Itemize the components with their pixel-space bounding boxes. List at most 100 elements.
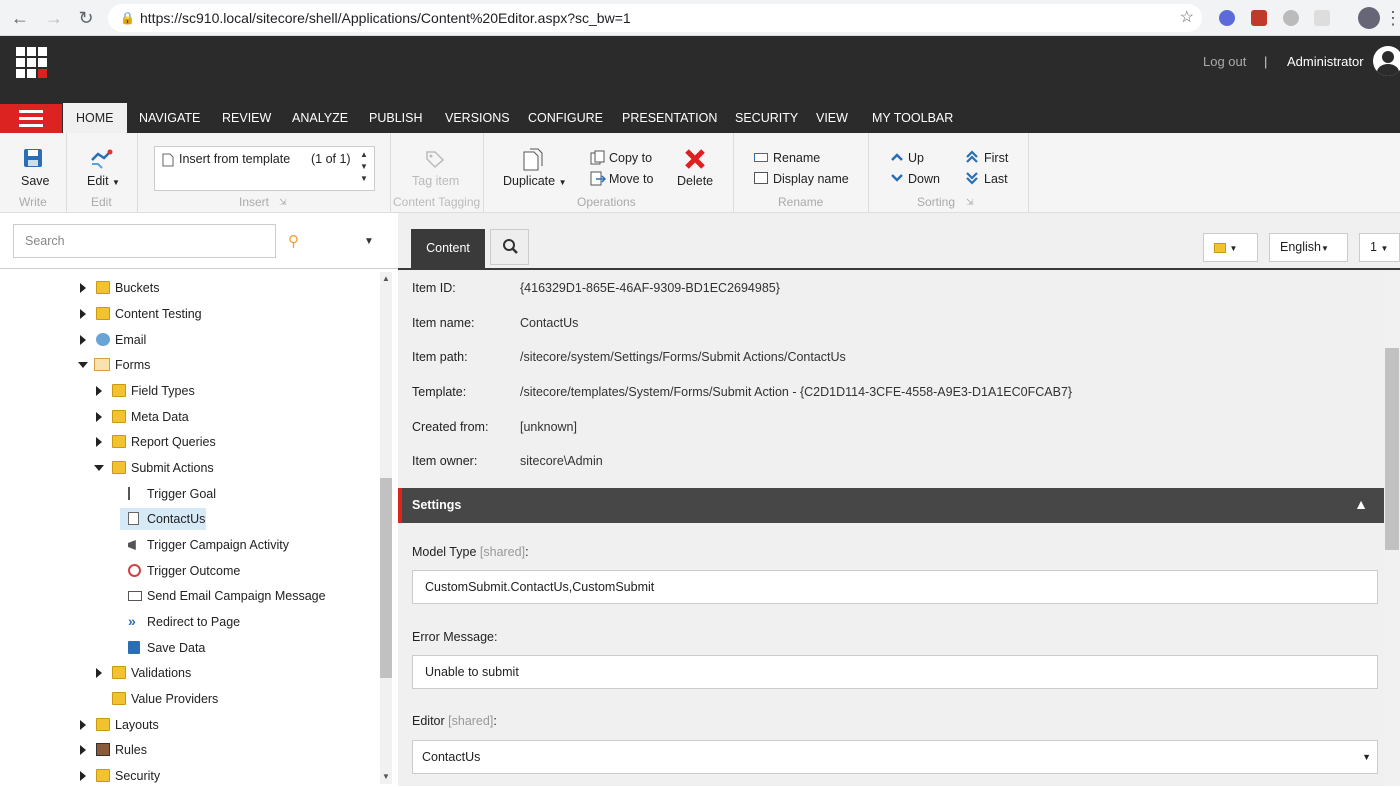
error-message-input[interactable]: Unable to submit [412, 655, 1378, 689]
forward-icon[interactable]: → [44, 8, 64, 28]
tree-item-email[interactable]: Email [80, 329, 230, 351]
extension-icon[interactable] [1219, 10, 1235, 26]
tree-scrollbar-thumb[interactable] [380, 478, 392, 678]
content-scrollbar-thumb[interactable] [1385, 348, 1399, 550]
expand-arrow-icon[interactable] [80, 720, 86, 730]
tree-item-send-email-campaign-message[interactable]: Send Email Campaign Message [128, 585, 358, 607]
tree-item-meta-data[interactable]: Meta Data [96, 406, 246, 428]
tab-home[interactable]: HOME [63, 103, 127, 133]
model-type-input[interactable]: CustomSubmit.ContactUs,CustomSubmit [412, 570, 1378, 604]
tree-item-contactus[interactable]: ContactUs [120, 508, 210, 530]
expand-arrow-icon[interactable] [96, 437, 102, 447]
sitecore-header [0, 36, 1400, 103]
content-tree: Buckets Content Testing Email Forms Fiel… [20, 274, 378, 786]
tree-item-trigger-goal[interactable]: Trigger Goal [128, 483, 278, 505]
expand-arrow-icon[interactable] [96, 668, 102, 678]
tree-item-buckets[interactable]: Buckets [80, 277, 230, 299]
collapse-arrow-icon[interactable] [94, 465, 104, 471]
reload-icon[interactable]: ↻ [76, 8, 96, 28]
settings-section-header[interactable]: Settings ▲ [398, 488, 1384, 523]
tab-configure[interactable]: CONFIGURE [528, 103, 603, 133]
tab-analyze[interactable]: ANALYZE [292, 103, 348, 133]
scroll-down-arrow-icon[interactable]: ▼ [382, 772, 390, 781]
collapse-chevron-up-icon[interactable]: ▲ [1354, 496, 1368, 512]
folder-icon [112, 410, 126, 423]
back-icon[interactable]: ← [10, 8, 30, 28]
expand-arrow-icon[interactable] [80, 745, 86, 755]
tab-versions[interactable]: VERSIONS [445, 103, 510, 133]
address-bar[interactable]: 🔒 https://sc910.local/sitecore/shell/App… [108, 4, 1202, 32]
tree-item-field-types[interactable]: Field Types [96, 380, 246, 402]
redirect-arrows-icon: » [128, 613, 136, 629]
template-value[interactable]: /sitecore/templates/System/Forms/Submit … [520, 385, 1072, 399]
edit-group-label: Edit [91, 195, 112, 209]
insert-options-list[interactable]: Insert from template (1 of 1) ▲ ▼ ▼ [154, 146, 375, 191]
search-icon[interactable]: ⚲ [288, 232, 299, 250]
settings-title: Settings [412, 498, 462, 512]
item-icon-dropdown[interactable]: ▼ [1203, 233, 1258, 262]
tree-item-rules[interactable]: Rules [80, 739, 230, 761]
tree-item-forms[interactable]: Forms [78, 354, 230, 376]
user-avatar[interactable] [1373, 46, 1400, 76]
collapse-arrow-icon[interactable] [78, 362, 88, 368]
tab-security[interactable]: SECURITY [735, 103, 798, 133]
tree-item-trigger-campaign-activity[interactable]: Trigger Campaign Activity [128, 534, 328, 556]
scroll-arrows-icon[interactable]: ▲ ▼ ▼ [360, 149, 368, 185]
chevron-up-icon [891, 153, 903, 161]
tab-search[interactable] [490, 229, 529, 265]
dialog-launcher-icon[interactable]: ⇲ [966, 197, 974, 208]
edit-label: Edit ▼ [87, 174, 120, 188]
tree-item-security[interactable]: Security [80, 765, 230, 787]
tab-content[interactable]: Content [411, 229, 485, 268]
insert-from-template-item[interactable]: Insert from template [179, 152, 290, 166]
user-name[interactable]: Administrator [1287, 54, 1364, 69]
search-options-dropdown-icon[interactable]: ▼ [364, 236, 374, 247]
logout-link[interactable]: Log out [1203, 54, 1246, 69]
extension-icon[interactable] [1314, 10, 1330, 26]
tab-view[interactable]: VIEW [816, 103, 848, 133]
version-dropdown[interactable]: 1 ▼ [1359, 233, 1400, 262]
tab-my-toolbar[interactable]: MY TOOLBAR [872, 103, 953, 133]
sitecore-launchpad-icon[interactable] [16, 47, 48, 79]
tab-publish[interactable]: PUBLISH [369, 103, 423, 133]
language-dropdown[interactable]: English▼ [1269, 233, 1348, 262]
dialog-launcher-icon[interactable]: ⇲ [279, 197, 287, 208]
extension-icon[interactable] [1283, 10, 1299, 26]
expand-arrow-icon[interactable] [80, 335, 86, 345]
tree-item-report-queries[interactable]: Report Queries [96, 431, 266, 453]
divider [398, 268, 1400, 270]
search-input[interactable]: Search [13, 224, 276, 258]
tree-item-redirect-to-page[interactable]: » Redirect to Page [128, 611, 278, 633]
tree-item-validations[interactable]: Validations [96, 662, 246, 684]
divider [0, 268, 398, 269]
chevron-down-icon: ▼ [1362, 752, 1371, 762]
editor-select[interactable]: ContactUs ▼ [412, 740, 1378, 774]
expand-arrow-icon[interactable] [96, 386, 102, 396]
expand-arrow-icon[interactable] [80, 771, 86, 781]
tree-item-save-data[interactable]: Save Data [128, 637, 278, 659]
scroll-up-arrow-icon[interactable]: ▲ [382, 274, 390, 283]
tree-item-layouts[interactable]: Layouts [80, 714, 230, 736]
expand-arrow-icon[interactable] [80, 283, 86, 293]
tree-item-trigger-outcome[interactable]: Trigger Outcome [128, 560, 278, 582]
menu-icon[interactable]: ⋮ [1384, 8, 1400, 28]
tab-presentation[interactable]: PRESENTATION [622, 103, 717, 133]
tree-item-submit-actions[interactable]: Submit Actions [94, 457, 266, 479]
expand-arrow-icon[interactable] [96, 412, 102, 422]
hamburger-menu-icon[interactable] [0, 104, 62, 133]
envelope-icon [128, 591, 142, 601]
insert-group-label: Insert [239, 195, 270, 209]
pdf-extension-icon[interactable] [1251, 10, 1267, 26]
tree-item-value-providers[interactable]: Value Providers [96, 688, 246, 710]
double-chevron-down-icon [966, 172, 978, 185]
tab-navigate[interactable]: NAVIGATE [139, 103, 200, 133]
profile-avatar[interactable] [1358, 7, 1380, 29]
tree-item-content-testing[interactable]: Content Testing [80, 303, 280, 325]
delete-label: Delete [677, 174, 714, 188]
bookmark-star-icon[interactable]: ☆ [1180, 4, 1194, 32]
down-label: Down [908, 172, 940, 186]
folder-icon [96, 718, 110, 731]
expand-arrow-icon[interactable] [80, 309, 86, 319]
tab-review[interactable]: REVIEW [222, 103, 271, 133]
sorting-group-label: Sorting [917, 195, 956, 209]
